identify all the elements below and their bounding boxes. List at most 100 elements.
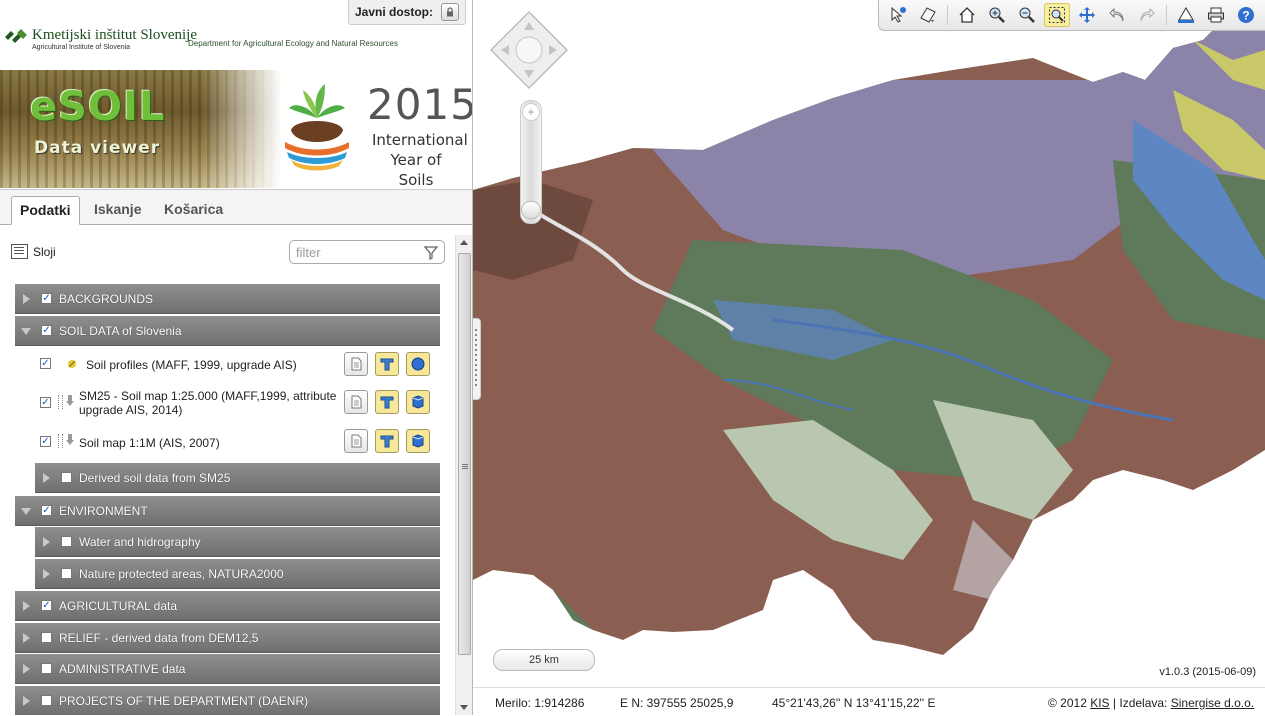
measure-icon[interactable]: [915, 3, 941, 27]
expand-arrow-icon[interactable]: [43, 473, 50, 483]
funnel-icon[interactable]: [424, 246, 438, 260]
checkbox-sm25[interactable]: [40, 397, 51, 408]
kis-link[interactable]: KIS: [1090, 696, 1109, 710]
lock-icon[interactable]: [441, 3, 459, 21]
zoom-slider-thumb[interactable]: [521, 201, 541, 219]
help-icon[interactable]: ?: [1233, 3, 1259, 27]
scroll-thumb[interactable]: [458, 253, 471, 655]
checkbox-soil-1m[interactable]: [40, 436, 51, 447]
group-label: ENVIRONMENT: [59, 504, 148, 518]
collapse-arrow-icon[interactable]: [21, 328, 31, 335]
checkbox-soil-profiles[interactable]: [40, 358, 51, 369]
transparency-button[interactable]: [375, 390, 399, 414]
redo-icon[interactable]: [1134, 3, 1160, 27]
transparency-button[interactable]: [375, 429, 399, 453]
zoom-plus-icon[interactable]: +: [522, 103, 540, 121]
checkbox-relief[interactable]: [41, 632, 52, 643]
tab-kosarica[interactable]: Košarica: [156, 196, 231, 223]
layer-scrollbar[interactable]: [455, 235, 472, 715]
checkbox-water[interactable]: [61, 536, 72, 547]
geo-coordinates: 45°21'43,26'' N 13°41'15,22'' E: [772, 696, 936, 710]
metadata-button[interactable]: [344, 352, 368, 376]
expand-arrow-icon[interactable]: [23, 696, 30, 706]
info-cursor-icon[interactable]: [885, 3, 911, 27]
group-water[interactable]: Water and hidrography: [35, 527, 440, 557]
panel-splitter[interactable]: [473, 318, 481, 400]
transparency-icon: [380, 435, 394, 448]
document-icon: [351, 434, 362, 448]
expand-arrow-icon[interactable]: [43, 569, 50, 579]
checkbox-nature[interactable]: [61, 568, 72, 579]
toolbar-separator: [1166, 5, 1167, 25]
tab-bar: Podatki Iskanje Košarica: [0, 189, 472, 225]
group-label: SOIL DATA of Slovenia: [59, 324, 182, 338]
pan-center[interactable]: [515, 36, 543, 64]
zoom-slider[interactable]: +: [520, 100, 542, 224]
legend-icon[interactable]: [65, 433, 75, 447]
soil-map[interactable]: [473, 0, 1265, 687]
zoom-box-icon[interactable]: [1044, 3, 1070, 27]
filter-input[interactable]: [289, 240, 445, 264]
metadata-button[interactable]: [344, 429, 368, 453]
kis-logo-icon: [5, 29, 27, 43]
expand-arrow-icon[interactable]: [23, 294, 30, 304]
pan-icon[interactable]: [1074, 3, 1100, 27]
zoom-to-layer-button[interactable]: [406, 352, 430, 376]
institute-logo[interactable]: Kmetijski inštitut Slovenije Agricultura…: [4, 28, 197, 52]
undo-icon[interactable]: [1104, 3, 1130, 27]
expand-arrow-icon[interactable]: [23, 633, 30, 643]
sinergise-link[interactable]: Sinergise d.o.o.: [1171, 696, 1254, 710]
pan-control[interactable]: [489, 10, 569, 90]
checkbox-environment[interactable]: [41, 505, 52, 516]
drag-handle-icon[interactable]: [58, 395, 63, 409]
checkbox-projects[interactable]: [41, 695, 52, 706]
group-label: BACKGROUNDS: [59, 292, 154, 306]
tab-podatki[interactable]: Podatki: [11, 196, 80, 225]
group-agricultural[interactable]: AGRICULTURAL data: [15, 591, 440, 621]
checkbox-backgrounds[interactable]: [41, 293, 52, 304]
transparency-button[interactable]: [375, 352, 399, 376]
metadata-button[interactable]: [344, 390, 368, 414]
checkbox-administrative[interactable]: [41, 663, 52, 674]
status-bar: Merilo: 1:914286 E N: 397555 25025,9 45°…: [473, 687, 1265, 716]
drag-handle-icon[interactable]: [58, 434, 63, 448]
legend-icon[interactable]: [65, 394, 75, 408]
group-derived-soil[interactable]: Derived soil data from SM25: [35, 463, 440, 493]
group-label: ADMINISTRATIVE data: [59, 662, 186, 676]
home-extent-icon[interactable]: [954, 3, 980, 27]
tab-iskanje[interactable]: Iskanje: [86, 196, 149, 223]
checkbox-agricultural[interactable]: [41, 600, 52, 611]
zoom-out-icon[interactable]: [1014, 3, 1040, 27]
document-icon: [351, 357, 362, 371]
print-icon[interactable]: [1203, 3, 1229, 27]
transparency-icon: [380, 358, 394, 371]
map-toolbar: ?: [878, 0, 1265, 31]
group-projects[interactable]: PROJECTS OF THE DEPARTMENT (DAENR): [15, 686, 440, 715]
checkbox-soil-data[interactable]: [41, 325, 52, 336]
expand-arrow-icon[interactable]: [23, 601, 30, 611]
scroll-down-arrow-icon[interactable]: [460, 705, 468, 710]
zoom-in-icon[interactable]: [984, 3, 1010, 27]
expand-arrow-icon[interactable]: [23, 664, 30, 674]
map-view[interactable]: ? + 25 km v1.0.3 (2015-06-09): [473, 0, 1265, 687]
ruler-icon[interactable]: [1173, 3, 1199, 27]
zoom-to-layer-button[interactable]: [406, 390, 430, 414]
group-backgrounds[interactable]: BACKGROUNDS: [15, 284, 440, 314]
group-administrative[interactable]: ADMINISTRATIVE data: [15, 654, 440, 684]
layer-label-line2: upgrade AIS, 2014): [79, 403, 183, 417]
scroll-up-arrow-icon[interactable]: [460, 240, 468, 245]
group-relief[interactable]: RELIEF - derived data from DEM12,5: [15, 623, 440, 653]
institute-name-en: Agricultural Institute of Slovenia: [32, 44, 131, 51]
layer-label: Soil profiles (MAFF, 1999, upgrade AIS): [86, 358, 297, 372]
group-environment[interactable]: ENVIRONMENT: [15, 496, 440, 526]
zoom-to-layer-button[interactable]: [406, 429, 430, 453]
group-label: Derived soil data from SM25: [79, 471, 231, 485]
scroll-grip-icon: [462, 464, 468, 465]
checkbox-derived-soil[interactable]: [61, 472, 72, 483]
layer-soil-profiles: Soil profiles (MAFF, 1999, upgrade AIS): [35, 349, 440, 381]
expand-arrow-icon[interactable]: [43, 537, 50, 547]
group-nature[interactable]: Nature protected areas, NATURA2000: [35, 559, 440, 589]
toolbar-separator: [947, 5, 948, 25]
collapse-arrow-icon[interactable]: [21, 508, 31, 515]
group-soil-data[interactable]: SOIL DATA of Slovenia: [15, 316, 440, 346]
